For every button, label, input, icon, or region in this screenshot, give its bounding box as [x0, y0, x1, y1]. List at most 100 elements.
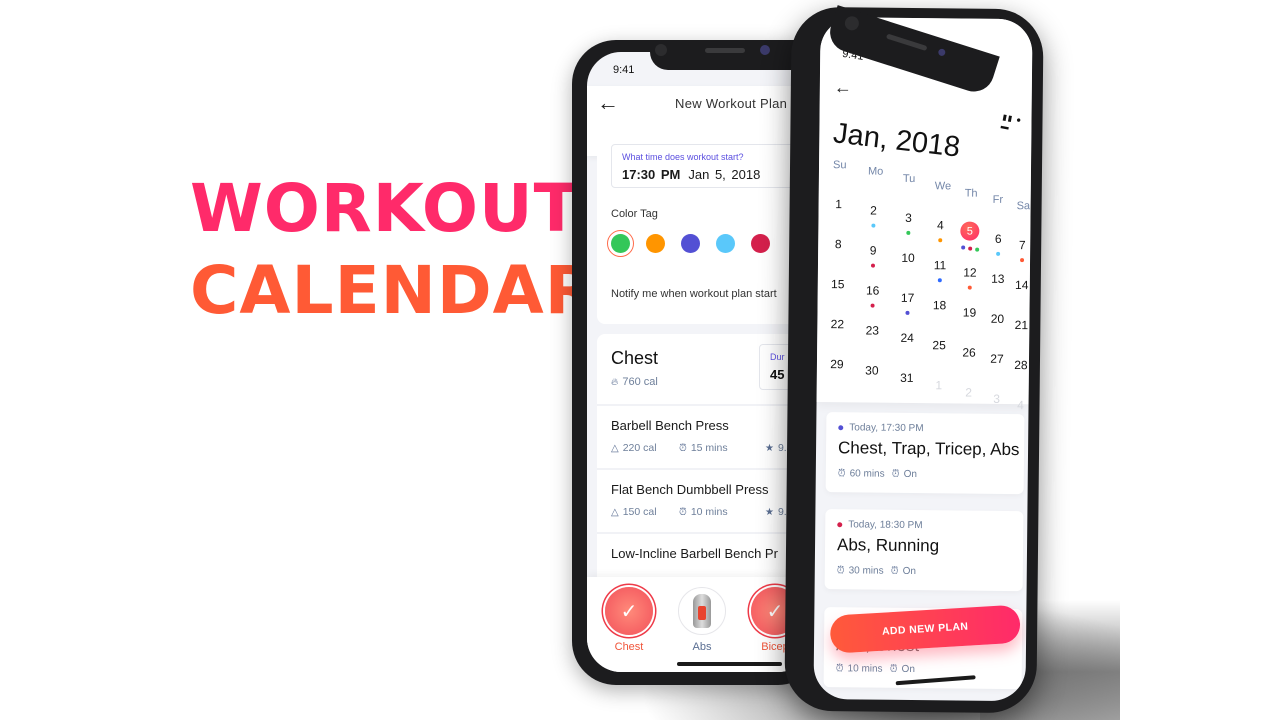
calendar-day[interactable]: 10	[896, 251, 920, 265]
event-alarm: On	[902, 565, 916, 578]
calendar-day[interactable]: 25	[927, 338, 951, 352]
headline-line-1: WORKOUT	[190, 170, 580, 247]
back-arrow-icon[interactable]: ←	[597, 90, 619, 116]
plan-settings-card: What time does workout start? 17:30 PM Ja…	[597, 124, 812, 324]
calendar-day[interactable]: 4	[928, 218, 952, 232]
calendar-day[interactable]: 19	[957, 305, 981, 320]
exercise-calories: 220 cal	[622, 442, 657, 454]
calendar-day[interactable]: 2	[861, 203, 885, 218]
event-dot	[870, 263, 876, 268]
back-arrow-icon[interactable]: ←	[834, 77, 852, 98]
camera	[937, 47, 947, 57]
event-color-dot	[837, 522, 843, 528]
color-tag-swatch[interactable]	[607, 230, 634, 257]
weekday-label: Su	[832, 159, 847, 172]
calendar-day[interactable]: 8	[826, 237, 850, 251]
muscle-chest-thumb: ✓	[605, 587, 653, 635]
speaker	[885, 33, 928, 52]
muscle-label: Chest	[614, 641, 644, 653]
weekday-label: Sa	[1016, 200, 1031, 213]
headline: WORKOUT CALENDAR	[190, 168, 597, 332]
calendar-day[interactable]: 12	[958, 265, 982, 280]
star-icon: ★	[765, 443, 774, 454]
calendar-day[interactable]: 21	[1009, 318, 1032, 332]
calendar-day[interactable]: 16	[861, 283, 885, 297]
calendar-day[interactable]: 24	[895, 331, 919, 345]
weekday-label: Mo	[867, 165, 884, 178]
calendar-day[interactable]: 17	[896, 291, 920, 305]
calendar-day[interactable]: 27	[985, 352, 1009, 366]
calendar-day-selected[interactable]: 5	[960, 221, 980, 241]
calendar-day[interactable]: 1	[827, 197, 851, 211]
calendar-day[interactable]: 23	[860, 323, 884, 337]
event-time: Today, 18:30 PM	[837, 519, 923, 532]
color-tag-swatch[interactable]	[751, 234, 770, 253]
exercise-duration: 15 mins	[690, 442, 728, 454]
camera	[760, 45, 770, 55]
event-dot	[905, 310, 910, 315]
alarm-clock-icon: ⏰︎	[835, 663, 844, 675]
color-tag-label: Color Tag	[611, 208, 658, 220]
calendar-day: 4	[1017, 398, 1024, 413]
star-icon: ★	[765, 507, 774, 518]
event-dot	[961, 245, 966, 250]
calendar-day[interactable]: 26	[957, 345, 981, 360]
group-name: Chest	[611, 348, 659, 368]
event-card[interactable]: Today, 18:30 PM Abs, Running ⏰︎ 30 mins ⏰︎…	[824, 509, 1024, 592]
event-dot	[937, 278, 942, 283]
calendar-day[interactable]: 14	[1010, 278, 1033, 292]
check-icon: ✓	[620, 600, 638, 623]
calendar-day: 3	[993, 391, 1001, 406]
weekday-label: Tu	[902, 172, 916, 186]
event-title: Abs, Running	[836, 535, 940, 556]
exercise-row[interactable]: Barbell Bench Press △ 220 cal ⏰︎ 15 mins ★…	[597, 404, 812, 468]
phone-screen: 9:41 ▮▮ ● ▬ ← Jan, 2018 Su Mo Tu We Th Fr Sa 1 2…	[813, 17, 1033, 702]
flame-icon: △	[611, 443, 619, 454]
calendar-day[interactable]: 11	[928, 258, 952, 272]
duration-label: Dur	[770, 352, 785, 362]
muscle-abs[interactable]: Abs	[676, 587, 728, 653]
color-tag-swatch[interactable]	[716, 234, 735, 253]
home-indicator	[677, 662, 782, 666]
alarm-clock-icon: ⏰︎	[679, 507, 687, 518]
calendar-day[interactable]: 22	[825, 317, 849, 331]
start-time-value: 17:30 PM Jan 5, 2018	[622, 167, 760, 182]
event-card[interactable]: Today, 17:30 PM Chest, Trap, Tricep, Abs…	[825, 412, 1025, 495]
color-tag-swatch[interactable]	[681, 234, 700, 253]
exercise-row[interactable]: Flat Bench Dumbbell Press △ 150 cal ⏰︎ 10 …	[597, 468, 812, 532]
calendar-day[interactable]: 6	[986, 232, 1010, 246]
event-time-text: Today, 18:30 PM	[848, 519, 923, 532]
calendar-day[interactable]: 20	[985, 312, 1009, 326]
event-dot	[996, 251, 1001, 256]
event-alarm: On	[903, 468, 918, 481]
calendar-day[interactable]: 18	[928, 298, 952, 312]
page-title: New Workout Plan	[675, 96, 788, 111]
calendar-day[interactable]: 3	[896, 211, 920, 225]
color-tag-swatch[interactable]	[646, 234, 665, 253]
notify-toggle-label[interactable]: Notify me when workout plan start	[611, 288, 777, 300]
reminder-icon: ⏰︎	[890, 565, 899, 577]
event-dot	[870, 303, 875, 308]
calendar-grid: Su Mo Tu We Th Fr Sa 1 2 3 4 5 6 7 8 9 10 11 12 13 14 15 16 17 1…	[817, 157, 1033, 412]
calendar-day[interactable]: 9	[861, 243, 885, 258]
exercise-duration: 10 mins	[690, 506, 728, 518]
event-duration: 30 mins	[848, 565, 884, 577]
muscle-chest[interactable]: ✓ Chest	[603, 587, 655, 653]
event-meta: ⏰︎ 30 mins ⏰︎ On	[837, 565, 916, 577]
speaker	[705, 48, 745, 53]
start-time-field[interactable]: What time does workout start? 17:30 PM Ja…	[611, 144, 812, 188]
alarm-clock-icon: ⏰︎	[837, 468, 846, 480]
weekday-label: Th	[964, 187, 978, 200]
reminder-icon: ⏰︎	[891, 468, 900, 480]
color-tag-picker	[607, 230, 770, 257]
calendar-day[interactable]: 7	[1010, 238, 1032, 252]
calendar-day[interactable]: 31	[895, 371, 919, 385]
exercise-meta: △ 220 cal ⏰︎ 15 mins ★ 9.4	[611, 442, 793, 454]
calendar-day[interactable]: 30	[860, 363, 884, 377]
calendar-day[interactable]: 29	[825, 357, 849, 371]
calendar-day[interactable]: 13	[986, 272, 1010, 286]
calendar-day[interactable]: 15	[826, 277, 850, 291]
event-meta: ⏰︎ 10 mins ⏰︎ On	[836, 663, 915, 675]
calendar-day[interactable]: 28	[1009, 358, 1033, 372]
event-dot	[938, 238, 943, 243]
